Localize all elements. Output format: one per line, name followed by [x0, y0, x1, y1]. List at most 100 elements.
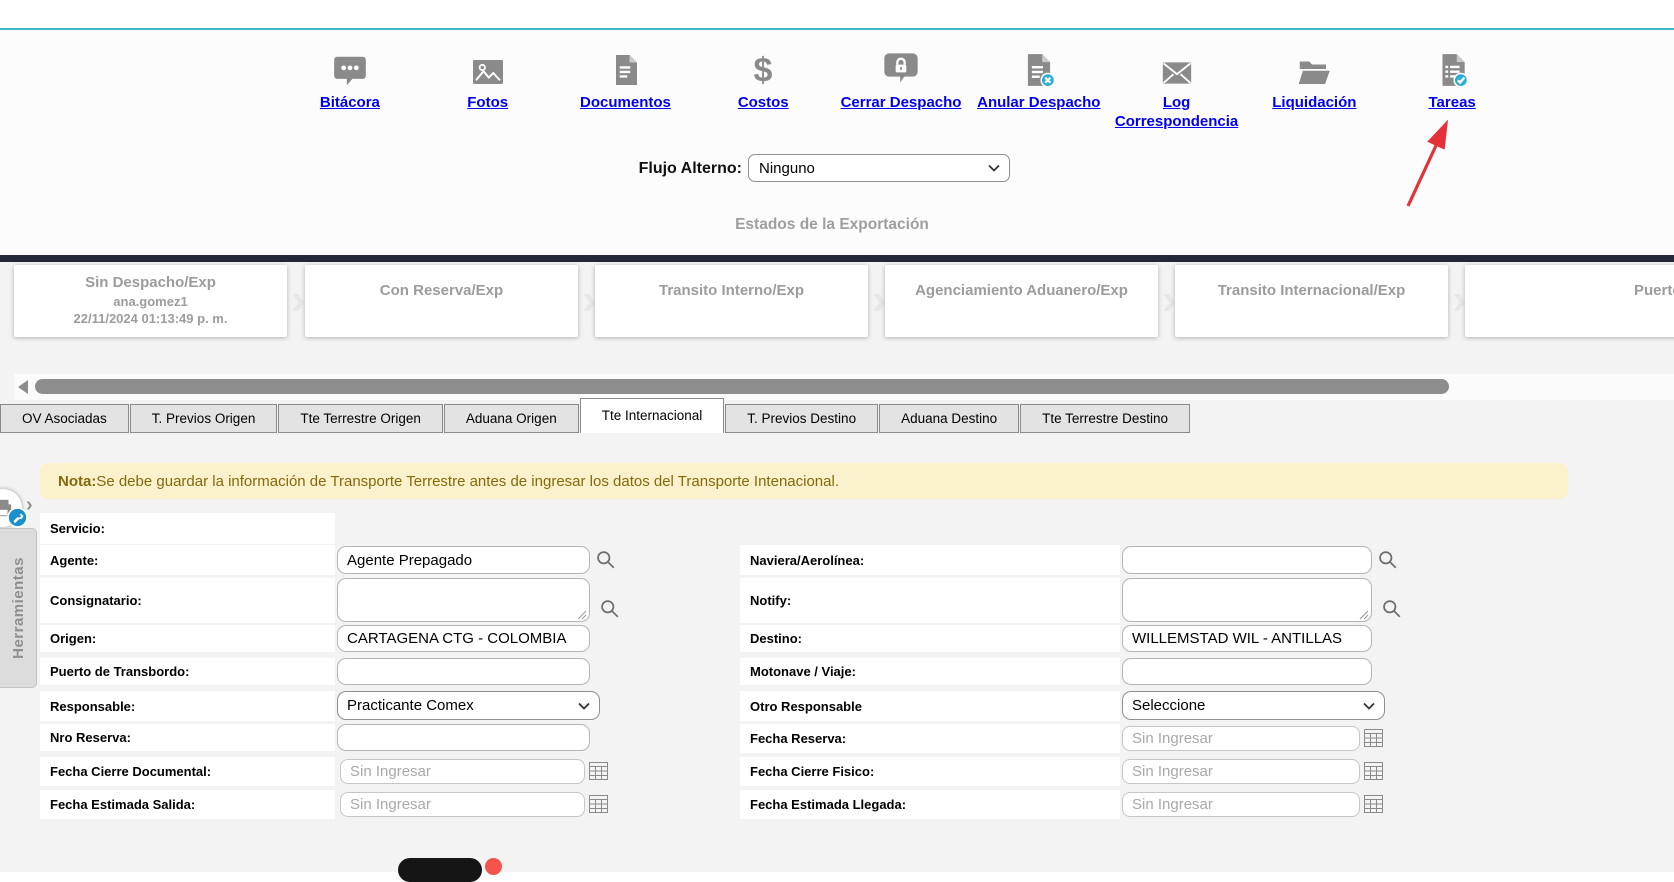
nro-reserva-input[interactable]	[337, 724, 590, 751]
state-card-puerto[interactable]: Puerto	[1465, 265, 1674, 337]
herramientas-panel-tab[interactable]: Herramientas	[0, 528, 37, 688]
flujo-alterno-select-wrap: Ninguno	[748, 154, 1010, 182]
tab-t-previos-destino[interactable]: T. Previos Destino	[725, 404, 878, 433]
fecha-reserva-input[interactable]	[1122, 726, 1360, 751]
fecha-cierre-fisico-calendar-button[interactable]	[1364, 762, 1383, 780]
otro-responsable-select[interactable]: Seleccione	[1122, 691, 1385, 720]
toolbar-item-tareas[interactable]: Tareas	[1383, 48, 1521, 132]
liquidacion-link[interactable]: Liquidación	[1272, 94, 1356, 113]
documentos-link[interactable]: Documentos	[580, 94, 671, 113]
document-cancel-icon[interactable]	[1020, 48, 1058, 90]
chat-dots-icon[interactable]	[330, 48, 370, 90]
calendar-icon	[589, 800, 608, 817]
toolbar: Bitácora Fotos Documentos $ Costos Cerrar Des…	[281, 48, 1521, 132]
toolbar-item-anular-despacho[interactable]: Anular Despacho	[970, 48, 1108, 132]
expand-chevron-icon[interactable]: ›	[26, 494, 33, 517]
toolbar-item-fotos[interactable]: Fotos	[419, 48, 557, 132]
document-icon[interactable]	[607, 48, 643, 90]
fecha-estimada-salida-input[interactable]	[340, 792, 585, 817]
tab-tte-terrestre-origen[interactable]: Tte Terrestre Origen	[278, 404, 443, 433]
calendar-icon	[589, 767, 608, 784]
state-card-user: ana.gomez1	[14, 293, 287, 311]
state-card-transito-internacional-exp[interactable]: Transito Internacional/Exp	[1175, 265, 1448, 337]
state-card-title: Sin Despacho/Exp	[14, 273, 287, 293]
state-card-title: Agenciamiento Aduanero/Exp	[885, 281, 1158, 301]
cerrar-despacho-link[interactable]: Cerrar Despacho	[841, 94, 962, 113]
toolbar-item-documentos[interactable]: Documentos	[557, 48, 695, 132]
state-card-transito-interno-exp[interactable]: Transito Interno/Exp	[595, 265, 868, 337]
field-label-responsable: Responsable:	[40, 691, 335, 721]
fecha-estimada-salida-calendar-button[interactable]	[589, 795, 608, 813]
log-correspondencia-link[interactable]: Log Correspondencia	[1109, 94, 1245, 132]
responsable-select[interactable]: Practicante Comex	[337, 691, 600, 720]
field-label-fecha-estimada-salida: Fecha Estimada Salida:	[40, 790, 335, 819]
tab-aduana-origen[interactable]: Aduana Origen	[444, 404, 579, 433]
toolbar-item-cerrar-despacho[interactable]: Cerrar Despacho	[832, 48, 970, 132]
field-label-agente: Agente:	[40, 545, 335, 575]
naviera-aerolinea-input[interactable]	[1122, 546, 1372, 574]
motonave-viaje-input[interactable]	[1122, 658, 1372, 685]
tab-aduana-destino[interactable]: Aduana Destino	[879, 404, 1019, 433]
fecha-cierre-documental-input[interactable]	[340, 759, 585, 784]
tab-tte-internacional[interactable]: Tte Internacional	[580, 398, 725, 433]
state-card-agenciamiento-aduanero-exp[interactable]: Agenciamiento Aduanero/Exp	[885, 265, 1158, 337]
notify-search-button[interactable]	[1381, 598, 1402, 619]
toolbar-item-bitacora[interactable]: Bitácora	[281, 48, 419, 132]
calendar-icon	[1364, 734, 1383, 751]
toolbar-item-log-correspondencia[interactable]: Log Correspondencia	[1108, 48, 1246, 132]
field-label-nro-reserva: Nro Reserva:	[40, 724, 335, 751]
tareas-link[interactable]: Tareas	[1429, 94, 1476, 113]
herramientas-label: Herramientas	[10, 557, 27, 659]
puerto-de-transbordo-input[interactable]	[337, 658, 590, 685]
anular-despacho-link[interactable]: Anular Despacho	[977, 94, 1100, 113]
agente-input[interactable]	[337, 546, 590, 574]
state-card-title: Transito Internacional/Exp	[1175, 281, 1448, 301]
agente-search-button[interactable]	[595, 549, 616, 570]
calendar-icon	[1364, 767, 1383, 784]
photo-icon[interactable]	[468, 48, 508, 90]
destino-input[interactable]	[1122, 625, 1372, 652]
field-label-consignatario: Consignatario:	[40, 578, 335, 623]
toolbar-item-liquidacion[interactable]: Liquidación	[1245, 48, 1383, 132]
tab-ov-asociadas[interactable]: OV Asociadas	[0, 404, 129, 433]
field-label-fecha-cierre-fisico: Fecha Cierre Fisico:	[740, 757, 1120, 786]
lock-bubble-icon[interactable]	[881, 48, 921, 90]
envelope-icon[interactable]	[1157, 48, 1197, 90]
fecha-cierre-fisico-input[interactable]	[1122, 759, 1360, 784]
state-card-con-reserva-exp[interactable]: Con Reserva/Exp	[305, 265, 578, 337]
field-label-notify: Notify:	[740, 578, 1120, 623]
field-label-origen: Origen:	[40, 625, 335, 652]
bitacora-link[interactable]: Bitácora	[320, 94, 380, 113]
field-label-naviera-aerolinea: Naviera/Aerolínea:	[740, 545, 1120, 575]
fecha-estimada-llegada-input[interactable]	[1122, 792, 1360, 817]
field-label-fecha-estimada-llegada: Fecha Estimada Llegada:	[740, 790, 1120, 819]
state-card-title: Puerto	[1465, 281, 1674, 301]
costos-link[interactable]: Costos	[738, 94, 789, 113]
fotos-link[interactable]: Fotos	[467, 94, 508, 113]
magnifier-icon	[595, 557, 616, 574]
toolbar-item-costos[interactable]: $ Costos	[694, 48, 832, 132]
field-label-otro-responsable: Otro Responsable	[740, 691, 1120, 721]
svg-text:$: $	[754, 51, 773, 89]
folder-open-icon[interactable]	[1294, 48, 1334, 90]
horizontal-scrollbar	[14, 374, 1674, 400]
tab-tte-terrestre-destino[interactable]: Tte Terrestre Destino	[1020, 404, 1190, 433]
state-card-sin-despacho-exp[interactable]: Sin Despacho/Expana.gomez122/11/2024 01:…	[14, 265, 287, 337]
state-card-title: Con Reserva/Exp	[305, 281, 578, 301]
field-label-destino: Destino:	[740, 625, 1120, 652]
consignatario-textarea[interactable]	[337, 578, 590, 622]
flujo-alterno-select[interactable]: Ninguno	[748, 154, 1010, 182]
fecha-cierre-documental-calendar-button[interactable]	[589, 762, 608, 780]
task-check-icon[interactable]	[1433, 48, 1471, 90]
estados-title: Estados de la Exportación	[0, 216, 1664, 234]
origen-input[interactable]	[337, 625, 590, 652]
fecha-reserva-calendar-button[interactable]	[1364, 729, 1383, 747]
tab-t-previos-origen[interactable]: T. Previos Origen	[130, 404, 278, 433]
dollar-icon[interactable]: $	[746, 48, 780, 90]
horizontal-scrollbar-thumb[interactable]	[35, 379, 1449, 394]
consignatario-search-button[interactable]	[599, 598, 620, 619]
notify-textarea[interactable]	[1122, 578, 1372, 622]
scroll-left-arrow[interactable]	[18, 380, 28, 394]
fecha-estimada-llegada-calendar-button[interactable]	[1364, 795, 1383, 813]
naviera-aerolinea-search-button[interactable]	[1377, 549, 1398, 570]
